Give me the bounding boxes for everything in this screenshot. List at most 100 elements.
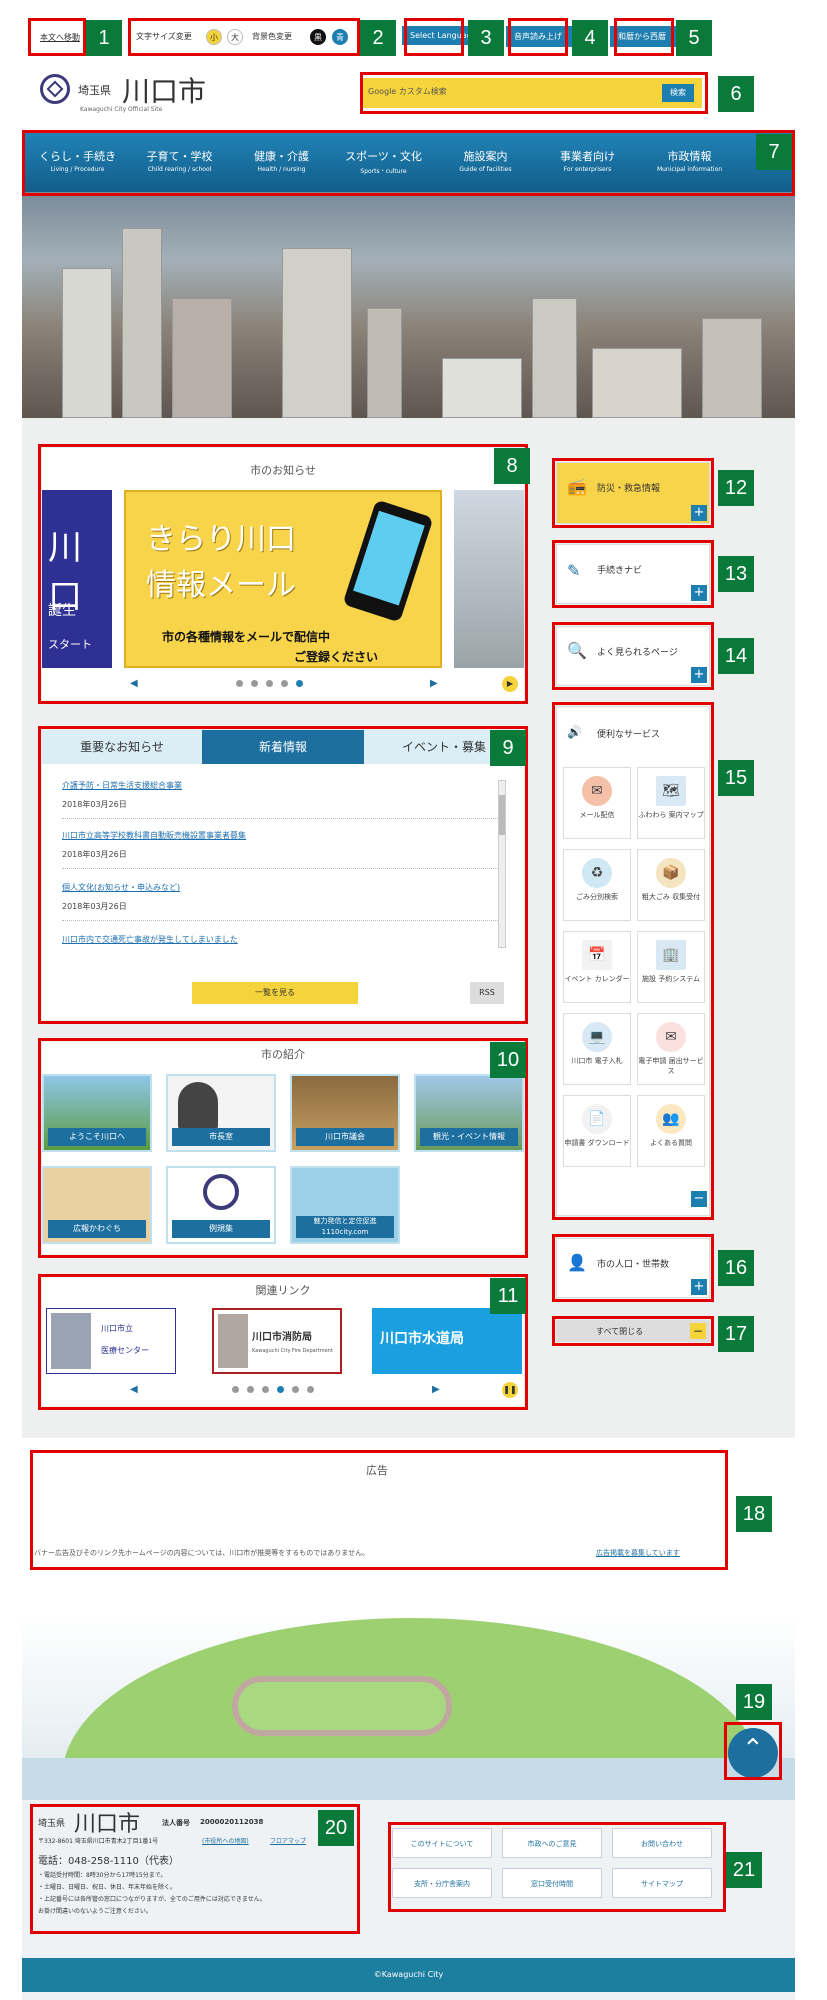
intro-mayor[interactable]: 市長室	[166, 1074, 276, 1152]
news-scrollbar[interactable]	[498, 780, 506, 948]
footer-link-sitemap[interactable]: サイトマップ	[612, 1868, 712, 1898]
annotation-label: 10	[490, 1042, 526, 1078]
bg-color-label: 背景色変更	[252, 32, 292, 41]
carousel-dots[interactable]	[232, 680, 307, 690]
annotation-label: 8	[494, 448, 530, 484]
close-all-button[interactable]: すべて閉じる −	[556, 1320, 710, 1342]
nav-item-enterprise[interactable]: 事業者向け For enterprisers	[540, 148, 635, 173]
carousel-prev-icon[interactable]: ◀	[130, 678, 138, 689]
links-carousel-dots[interactable]	[228, 1386, 318, 1396]
scroll-top-button[interactable]: ⌃	[728, 1728, 778, 1778]
footer-note: ・電話受付時間：8時30分から17時15分まで。	[38, 1872, 167, 1879]
annotation-label: 17	[718, 1316, 754, 1352]
more-news-button[interactable]: 一覧を見る	[192, 982, 358, 1004]
intro-1110city[interactable]: 魅力発信と定住促進 1110city.com	[290, 1166, 400, 1244]
ad-recruit-link[interactable]: 広告掲載を募集しています	[596, 1548, 680, 1558]
list-item[interactable]: 川口市内で交通死亡事故が発生してしまいました	[62, 934, 502, 945]
carousel-next-icon[interactable]: ▶	[430, 678, 438, 689]
links-prev-icon[interactable]: ◀	[130, 1384, 138, 1395]
annotation-label: 14	[718, 638, 754, 674]
service-garbage[interactable]: ♻ ごみ分別検索	[563, 849, 631, 921]
main-nav: くらし・手続き Living / Procedure 子育て・学校 Child re…	[22, 132, 795, 192]
people-icon: 👤	[567, 1253, 587, 1272]
links-title: 関連リンク	[255, 1284, 311, 1297]
intro-council[interactable]: 川口市議会	[290, 1074, 400, 1152]
footer-info: 埼玉県 川口市 法人番号 2000020112038 〒332-8601 埼玉県…	[34, 1806, 354, 1930]
link-fire-department[interactable]: 川口市消防局 Kawaguchi City Fire Department	[212, 1308, 342, 1374]
slide-right[interactable]	[454, 490, 524, 668]
nav-item-sports[interactable]: スポーツ・文化 Sports・culture	[336, 148, 431, 175]
skip-link[interactable]: 本文へ移動	[36, 30, 84, 45]
expand-plus-icon[interactable]: +	[691, 667, 707, 683]
list-item[interactable]: 川口市立高等学校教科書自動販売機設置事業者募集 2018年03月26日	[62, 830, 502, 860]
annotation-label: 3	[468, 20, 504, 56]
links-pause-icon[interactable]: ❚❚	[502, 1382, 518, 1398]
slide-left[interactable]: 川口 誕生 スタート	[42, 490, 112, 668]
footer-link-contact[interactable]: お問い合わせ	[612, 1828, 712, 1858]
expand-plus-icon[interactable]: +	[691, 505, 707, 521]
nav-item-health[interactable]: 健康・介護 Health / nursing	[234, 148, 329, 173]
carousel-play-icon[interactable]: ▶	[502, 676, 518, 692]
tab-important[interactable]: 重要なお知らせ	[42, 730, 202, 764]
slide-mail[interactable]: きらり川口 情報メール 市の各種情報をメールで配信中 ご登録ください	[124, 490, 442, 668]
search-button[interactable]: 検索	[662, 84, 694, 102]
footer-link-branches[interactable]: 支所・分庁舎案内	[392, 1868, 492, 1898]
annotation-label: 12	[718, 470, 754, 506]
expand-plus-icon[interactable]: +	[691, 585, 707, 601]
font-small-button[interactable]: 小	[206, 29, 222, 45]
annotation-label: 9	[490, 730, 526, 766]
city-logo[interactable]: 埼玉県 川口市 Kawaguchi City Official Site	[40, 70, 270, 122]
footer-link-opinion[interactable]: 市政へのご意見	[502, 1828, 602, 1858]
nav-item-living[interactable]: くらし・手続き Living / Procedure	[30, 148, 125, 173]
service-download[interactable]: 📄 申請書 ダウンロード	[563, 1095, 631, 1167]
annotation-label: 2	[360, 20, 396, 56]
service-reservation[interactable]: 🏢 施設 予約システム	[637, 931, 705, 1003]
footer-note: お掛け間違いのないようご注意ください。	[38, 1908, 152, 1915]
bg-black-button[interactable]: 黒	[310, 29, 326, 45]
annotation-label: 7	[756, 134, 792, 170]
footer-link-about[interactable]: このサイトについて	[392, 1828, 492, 1858]
bg-blue-button[interactable]: 青	[332, 29, 348, 45]
city-intro-panel: 市の紹介 ようこそ川口へ 市長室 川口市議会 観光・イベント情報 広報かわぐち …	[42, 1042, 524, 1254]
service-faq[interactable]: 👥 よくある質問	[637, 1095, 705, 1167]
notice-title: 市のお知らせ	[250, 464, 316, 477]
nav-item-child[interactable]: 子育て・学校 Child rearing / school	[132, 148, 227, 173]
footer-links: このサイトについて 市政へのご意見 お問い合わせ 支所・分庁舎案内 窓口受付時間…	[392, 1828, 722, 1908]
footer-phone: 電話：048-258-1110（代表）	[38, 1856, 179, 1867]
tab-new[interactable]: 新着情報	[202, 730, 364, 764]
footer-floor-link[interactable]: フロアマップ	[270, 1836, 306, 1845]
sidebar-population[interactable]: 👤 市の人口・世帯数 +	[556, 1238, 710, 1298]
service-bidding[interactable]: 💻 川口市 電子入札	[563, 1013, 631, 1085]
links-next-icon[interactable]: ▶	[432, 1384, 440, 1395]
service-e-application[interactable]: ✉ 電子申請 届出サービス	[637, 1013, 705, 1085]
nav-item-municipal[interactable]: 市政情報 Municipal information	[642, 148, 737, 173]
search-input[interactable]: Google カスタム検索	[368, 86, 613, 102]
notice-carousel: 市のお知らせ 川口 誕生 スタート きらり川口 情報メール 市の各種情報をメール…	[42, 448, 524, 700]
service-mail[interactable]: ✉ メール配信	[563, 767, 631, 839]
link-medical-center[interactable]: 川口市立 医療センター	[46, 1308, 176, 1374]
footer-map-link[interactable]: (市役所への地図)	[202, 1836, 249, 1845]
rss-button[interactable]: RSS	[470, 982, 504, 1004]
sidebar-procedure[interactable]: ✎ 手続きナビ +	[556, 544, 710, 604]
font-large-button[interactable]: 大	[227, 29, 243, 45]
service-bulky[interactable]: 📦 粗大ごみ 収集受付	[637, 849, 705, 921]
nav-item-facilities[interactable]: 施設案内 Guide of facilities	[438, 148, 533, 173]
expand-plus-icon[interactable]: +	[691, 1279, 707, 1295]
footer-link-hours[interactable]: 窓口受付時間	[502, 1868, 602, 1898]
service-map[interactable]: 🗺 ふわわら 案内マップ	[637, 767, 705, 839]
annotation-label: 13	[718, 556, 754, 592]
copyright-bar: ©Kawaguchi City	[22, 1958, 795, 1992]
intro-koho[interactable]: 広報かわぐち	[42, 1166, 152, 1244]
list-item[interactable]: 個人文化(お知らせ・申込みなど) 2018年03月26日	[62, 882, 502, 912]
annotation-label: 19	[736, 1684, 772, 1720]
sidebar-disaster[interactable]: 📻 防災・救急情報 +	[556, 462, 710, 524]
list-item[interactable]: 介護予防・日常生活支援総合事業 2018年03月26日	[62, 780, 502, 810]
link-water-bureau[interactable]: 川口市水道局	[372, 1308, 522, 1374]
intro-regulations[interactable]: 例規集	[166, 1166, 276, 1244]
intro-tourism[interactable]: 観光・イベント情報	[414, 1074, 524, 1152]
intro-welcome[interactable]: ようこそ川口へ	[42, 1074, 152, 1152]
service-calendar[interactable]: 📅 イベント カレンダー	[563, 931, 631, 1003]
sidebar-popular[interactable]: 🔍 よく見られるページ +	[556, 626, 710, 686]
collapse-minus-icon[interactable]: −	[691, 1191, 707, 1207]
annotation-label: 11	[490, 1278, 526, 1314]
